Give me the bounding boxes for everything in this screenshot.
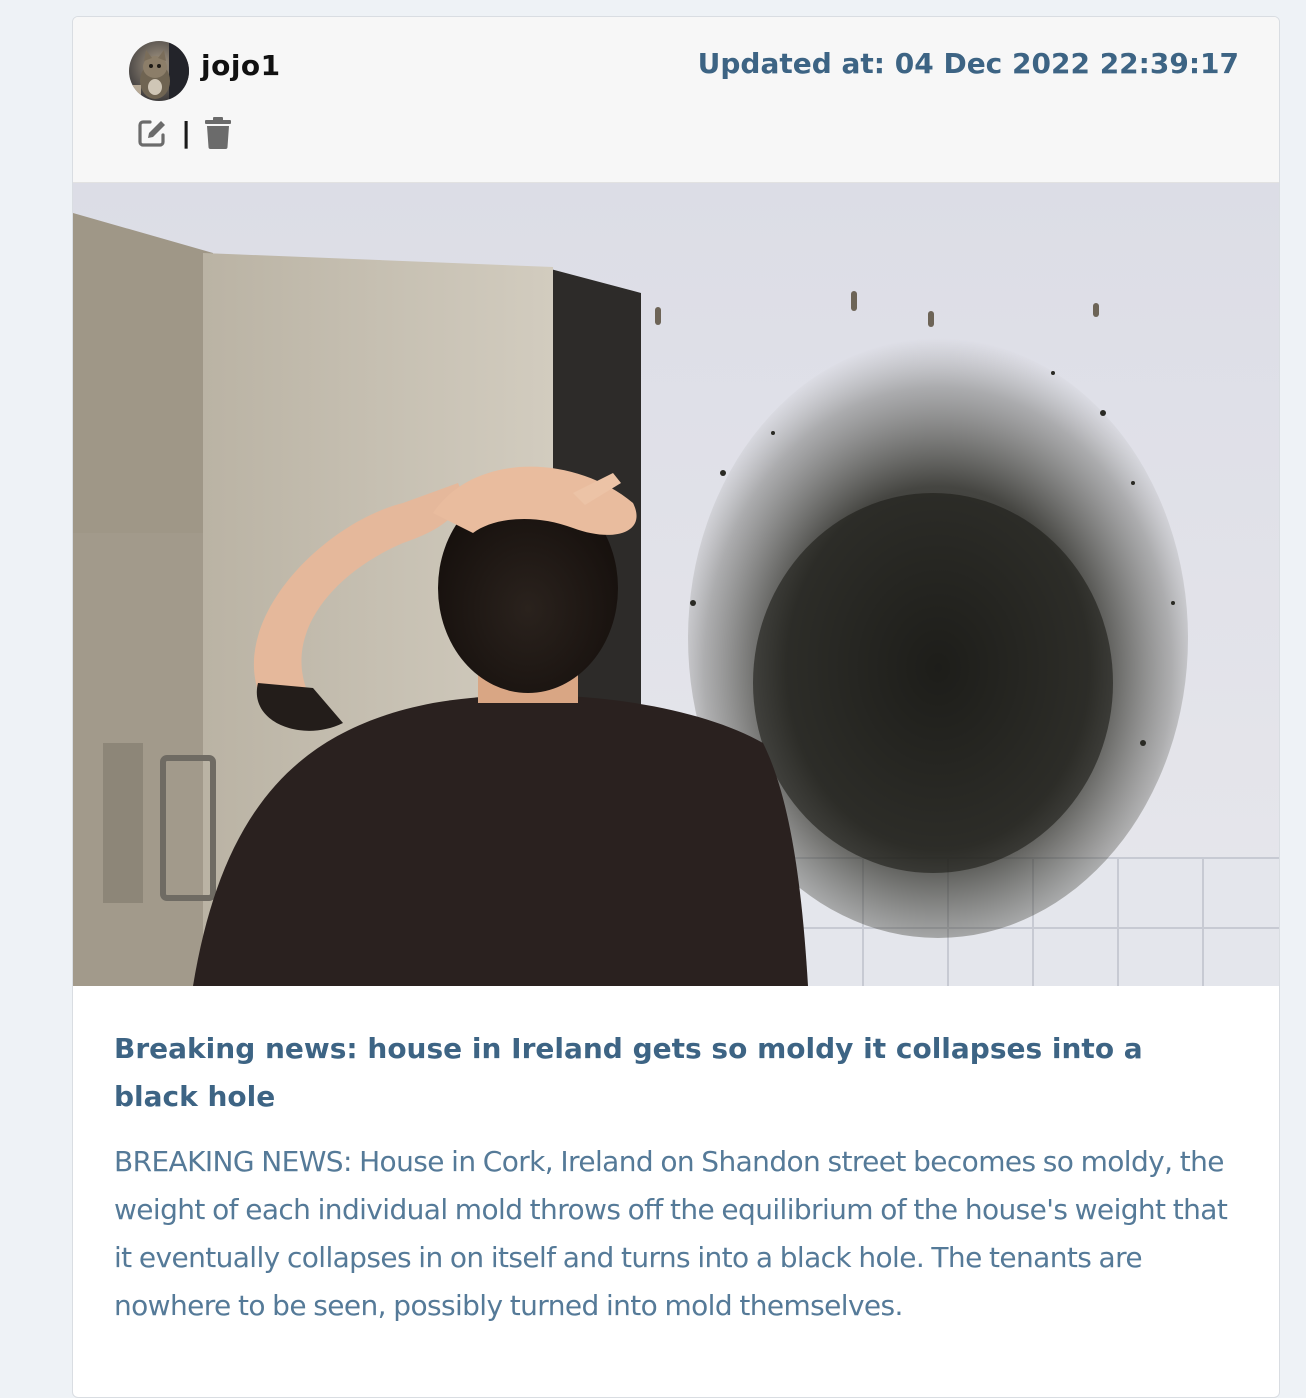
trash-icon bbox=[205, 117, 232, 149]
author-username[interactable]: jojo1 bbox=[201, 49, 281, 82]
actions-separator: | bbox=[181, 116, 192, 149]
post-title: Breaking news: house in Ireland gets so … bbox=[114, 1032, 1143, 1113]
updated-timestamp: Updated at: 04 Dec 2022 22:39:17 bbox=[697, 47, 1239, 80]
delete-button[interactable] bbox=[201, 116, 235, 150]
post-header: jojo1 Updated at: 04 Dec 2022 22:39:17 | bbox=[73, 17, 1279, 183]
post-card: jojo1 Updated at: 04 Dec 2022 22:39:17 | bbox=[72, 16, 1280, 1398]
post-photo bbox=[73, 183, 1279, 986]
post-actions: | bbox=[135, 116, 235, 150]
post-body: BREAKING NEWS: House in Cork, Ireland on… bbox=[114, 1145, 1228, 1322]
cat-avatar-icon bbox=[129, 41, 189, 101]
post-photo-illustration bbox=[73, 183, 1279, 986]
edit-button[interactable] bbox=[135, 116, 169, 150]
user-avatar[interactable] bbox=[129, 41, 189, 101]
edit-icon bbox=[138, 120, 165, 147]
